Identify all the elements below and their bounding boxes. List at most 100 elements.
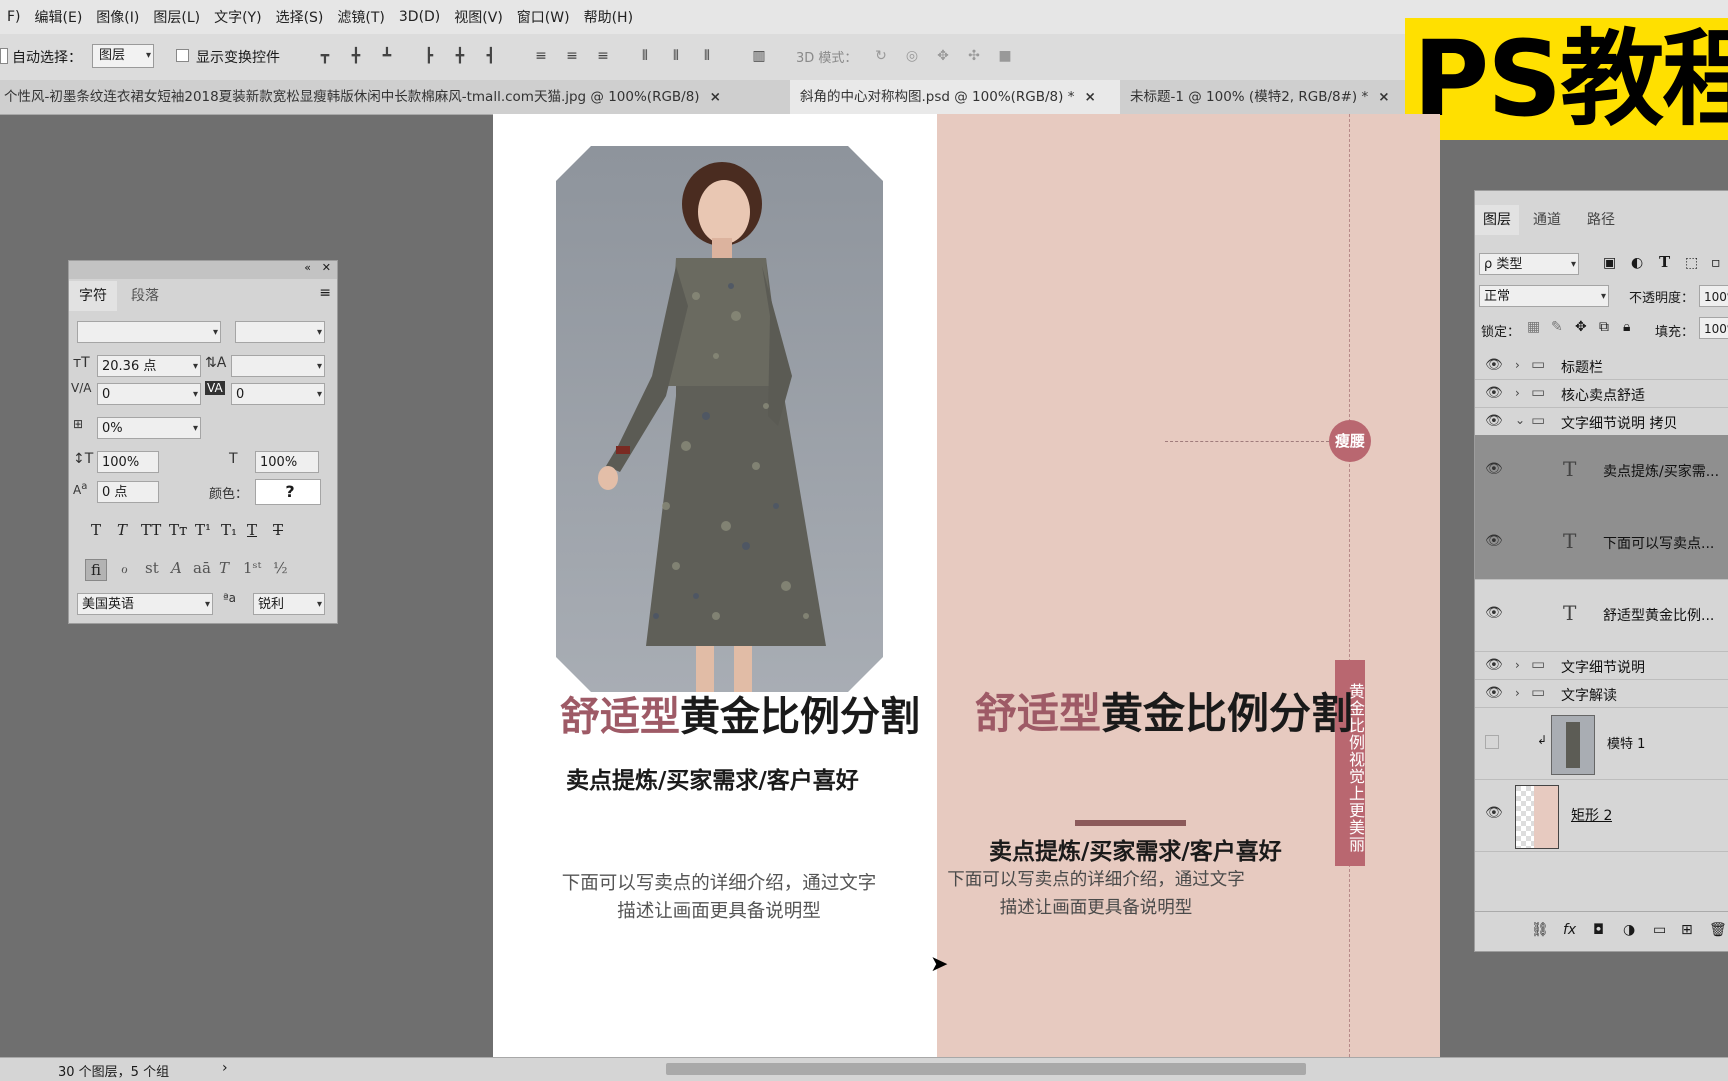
titling-icon[interactable]: T: [219, 559, 229, 577]
lock-move-icon[interactable]: ✥: [1575, 319, 1587, 335]
scale-3d-icon[interactable]: ■: [996, 47, 1014, 65]
eye-icon[interactable]: 👁︎: [1485, 685, 1503, 701]
layer-row[interactable]: 👁︎ › ▭ 核心卖点舒适: [1475, 379, 1728, 408]
close-icon[interactable]: ×: [1378, 89, 1389, 105]
eye-icon[interactable]: 👁︎: [1485, 657, 1503, 673]
filter-image-icon[interactable]: ▣: [1603, 255, 1616, 271]
tab-paths[interactable]: 路径: [1579, 205, 1623, 235]
lock-all-icon[interactable]: 🔒︎: [1623, 319, 1630, 335]
eye-icon[interactable]: 👁︎: [1485, 385, 1503, 401]
distribute-top-icon[interactable]: ≡: [532, 47, 550, 65]
language-select[interactable]: 美国英语 ▾: [77, 593, 213, 615]
blend-mode-select[interactable]: 正常 ▾: [1479, 285, 1609, 307]
align-bottom-icon[interactable]: ┻: [378, 47, 396, 65]
delete-icon[interactable]: 🗑︎: [1709, 922, 1727, 938]
tracking-field[interactable]: 0 ▾: [231, 383, 325, 405]
ordinals-icon[interactable]: 1ˢᵗ: [243, 559, 261, 577]
filter-kind-select[interactable]: ρ 类型 ▾: [1479, 253, 1579, 275]
tab-document-1[interactable]: 个性风-初墨条纹连衣裙女短袖2018夏装新款宽松显瘦韩版休闲中长款棉麻风-tma…: [0, 80, 790, 114]
all-caps-icon[interactable]: TT: [141, 521, 161, 539]
small-caps-icon[interactable]: Tт: [169, 521, 187, 539]
fill-field[interactable]: 100%: [1699, 317, 1728, 339]
distribute-vcenter-icon[interactable]: ≡: [563, 47, 581, 65]
layer-row[interactable]: 👁︎ › ▭ 文字细节说明: [1475, 651, 1728, 680]
rotate-3d-icon[interactable]: ↻: [872, 47, 890, 65]
align-vcenter-icon[interactable]: ╋: [347, 47, 365, 65]
color-swatch[interactable]: ?: [255, 479, 321, 505]
layer-row[interactable]: 👁︎ ⌄ ▭ 文字细节说明 拷贝: [1475, 407, 1728, 436]
fractions-icon[interactable]: ½: [273, 559, 288, 577]
vertical-scale-field[interactable]: 100%: [97, 451, 159, 473]
slide-3d-icon[interactable]: ✣: [965, 47, 983, 65]
chevron-right-icon[interactable]: ›: [1515, 358, 1520, 372]
tab-document-3[interactable]: 未标题-1 @ 100% (模特2, RGB/8#) * ×: [1122, 80, 1410, 114]
font-style-select[interactable]: ▾: [235, 321, 325, 343]
eye-icon[interactable]: 👁︎: [1485, 605, 1503, 621]
menu-image[interactable]: 图像(I): [89, 7, 146, 27]
close-icon[interactable]: ×: [1084, 89, 1095, 105]
subscript-icon[interactable]: T₁: [221, 521, 237, 539]
menu-edit[interactable]: 编辑(E): [28, 7, 90, 27]
underline-icon[interactable]: T: [247, 521, 257, 539]
menu-window[interactable]: 窗口(W): [510, 7, 577, 27]
align-right-icon[interactable]: ┫: [482, 47, 500, 65]
swash-icon[interactable]: A: [171, 559, 182, 577]
tab-layers[interactable]: 图层: [1475, 205, 1519, 235]
tab-channels[interactable]: 通道: [1525, 205, 1569, 235]
faux-italic-icon[interactable]: T: [117, 521, 127, 539]
link-icon[interactable]: ⛓: [1531, 922, 1549, 938]
menu-type[interactable]: 文字(Y): [207, 7, 268, 27]
panel-header[interactable]: « ✕: [69, 261, 337, 279]
leading-field[interactable]: ▾: [231, 355, 325, 377]
panel-menu-icon[interactable]: ≡: [319, 285, 331, 301]
tsume-field[interactable]: 0% ▾: [97, 417, 201, 439]
horizontal-scale-field[interactable]: 100%: [255, 451, 319, 473]
new-group-icon[interactable]: ▭: [1653, 922, 1666, 938]
menu-3d[interactable]: 3D(D): [392, 9, 447, 25]
new-layer-icon[interactable]: ⊞: [1681, 922, 1693, 938]
distribute-bottom-icon[interactable]: ≡: [594, 47, 612, 65]
kerning-field[interactable]: 0 ▾: [97, 383, 201, 405]
mask-icon[interactable]: ◘: [1593, 922, 1604, 938]
auto-select-dropdown[interactable]: 图层 ▾: [92, 44, 154, 68]
align-hcenter-icon[interactable]: ╋: [451, 47, 469, 65]
baseline-field[interactable]: 0 点: [97, 481, 159, 503]
strikethrough-icon[interactable]: T: [273, 521, 283, 539]
chevron-right-icon[interactable]: ›: [1515, 386, 1520, 400]
auto-align-icon[interactable]: ▥: [750, 47, 768, 65]
tab-character[interactable]: 字符: [69, 281, 117, 311]
font-size-field[interactable]: 20.36 点 ▾: [97, 355, 201, 377]
filter-text-icon[interactable]: T: [1659, 253, 1670, 271]
chevron-down-icon[interactable]: ⌄: [1515, 413, 1525, 427]
layer-row[interactable]: 👁︎ › ▭ 标题栏: [1475, 351, 1728, 380]
lock-transparent-icon[interactable]: ▦: [1527, 319, 1540, 335]
stylistic-alt-icon[interactable]: aā: [193, 559, 211, 577]
close-icon[interactable]: ×: [710, 89, 721, 105]
tab-document-2[interactable]: 斜角的中心对称构图.psd @ 100%(RGB/8) * ×: [790, 80, 1120, 114]
tab-paragraph[interactable]: 段落: [121, 281, 169, 311]
faux-bold-icon[interactable]: T: [91, 521, 101, 539]
menu-select[interactable]: 选择(S): [269, 7, 331, 27]
roll-3d-icon[interactable]: ◎: [903, 47, 921, 65]
visibility-off-box[interactable]: [1485, 735, 1499, 749]
menu-file[interactable]: F): [0, 9, 28, 25]
drag-3d-icon[interactable]: ✥: [934, 47, 952, 65]
close-icon[interactable]: ✕: [322, 261, 331, 274]
auto-select-checkbox[interactable]: [0, 48, 8, 64]
layer-row[interactable]: 👁︎ T 舒适型黄金比例...: [1475, 579, 1728, 652]
antialias-select[interactable]: 锐利 ▾: [253, 593, 325, 615]
horizontal-scrollbar[interactable]: [666, 1063, 1306, 1075]
eye-icon[interactable]: 👁︎: [1485, 357, 1503, 373]
ligatures-icon[interactable]: ﬁ: [85, 559, 108, 581]
old-style-icon[interactable]: ℴ: [121, 559, 128, 577]
eye-icon[interactable]: 👁︎: [1485, 805, 1503, 821]
layer-row[interactable]: 👁︎ 矩形 2: [1475, 779, 1728, 852]
superscript-icon[interactable]: T¹: [195, 521, 211, 539]
distribute-hcenter-icon[interactable]: ⫴: [667, 47, 685, 65]
collapse-icon[interactable]: «: [304, 261, 311, 274]
layer-row-selected[interactable]: 👁︎ T 卖点提炼/买家需...: [1475, 435, 1728, 508]
font-family-select[interactable]: ▾: [77, 321, 221, 343]
lock-brush-icon[interactable]: ✎: [1551, 319, 1563, 335]
align-top-icon[interactable]: ┳: [316, 47, 334, 65]
menu-filter[interactable]: 滤镜(T): [330, 7, 391, 27]
